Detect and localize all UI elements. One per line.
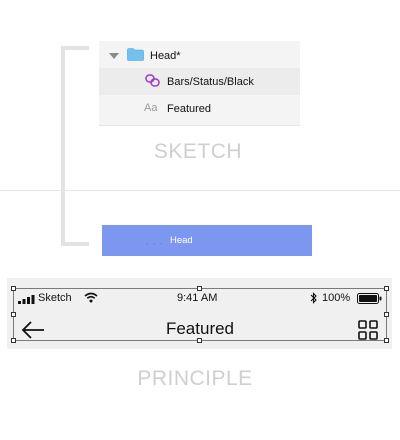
text-layer-icon: Aa	[144, 102, 158, 114]
wifi-icon	[84, 292, 98, 303]
status-time: 9:41 AM	[177, 292, 218, 304]
carrier-label: Sketch	[38, 292, 72, 304]
nav-title: Featured	[165, 319, 235, 338]
resize-handle[interactable]	[11, 312, 16, 317]
layer-label: Head*	[150, 49, 181, 62]
battery-percent: 100%	[322, 292, 351, 304]
resize-handle[interactable]	[384, 338, 389, 343]
back-arrow-icon[interactable]	[21, 320, 45, 340]
battery-icon	[357, 293, 382, 304]
signal-icon	[18, 295, 35, 304]
principle-caption: PRINCIPLE	[137, 367, 253, 390]
layer-row-head[interactable]: Head*	[99, 42, 300, 69]
resize-handle[interactable]	[384, 286, 389, 291]
resize-handle[interactable]	[11, 286, 16, 291]
resize-handle[interactable]	[384, 312, 389, 317]
section-divider	[0, 190, 400, 191]
sketch-layers-panel: Head* Bars/Status/Black Aa Featured	[99, 41, 300, 126]
layer-label: Featured	[167, 102, 212, 115]
folder-icon	[127, 48, 144, 61]
layer-row-symbol[interactable]: Bars/Status/Black	[99, 68, 300, 95]
connector-vertical	[61, 46, 65, 246]
layer-indent-dashes-icon: - - -	[146, 239, 164, 248]
status-bar: Sketch 9:41 AM 100%	[18, 292, 382, 306]
layer-label: Bars/Status/Black	[167, 75, 254, 88]
principle-layer-label: Head	[170, 235, 193, 246]
symbol-icon	[145, 74, 160, 87]
disclosure-triangle-icon[interactable]	[109, 53, 119, 59]
principle-layer-row[interactable]: - - - Head	[102, 225, 312, 256]
bluetooth-icon	[310, 292, 317, 304]
resize-handle[interactable]	[197, 286, 202, 291]
connector-bottom	[61, 242, 89, 246]
grid-icon[interactable]	[358, 320, 378, 340]
resize-handle[interactable]	[11, 338, 16, 343]
layer-row-text[interactable]: Aa Featured	[99, 95, 300, 122]
connector-top	[61, 46, 89, 50]
sketch-caption: SKETCH	[153, 140, 243, 163]
